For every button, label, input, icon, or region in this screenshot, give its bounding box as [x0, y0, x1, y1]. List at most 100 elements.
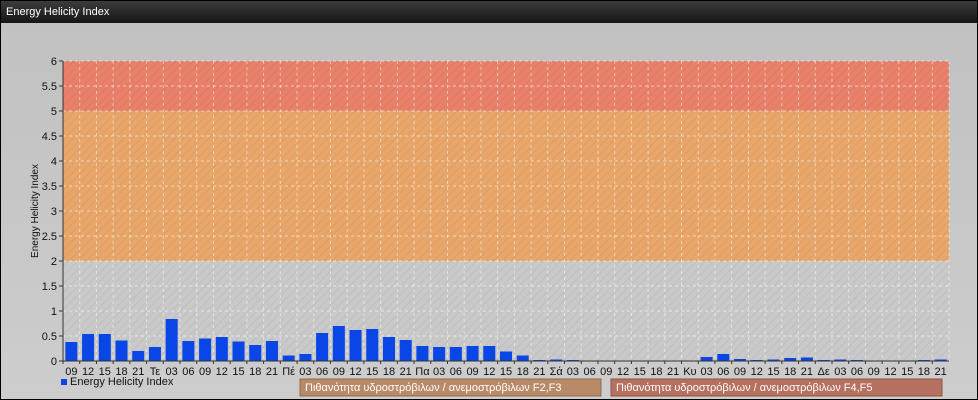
x-tick-label-26: 15 [500, 366, 512, 378]
x-tick-label-16: 09 [333, 366, 345, 378]
x-tick-label-33: 12 [617, 366, 629, 378]
bar-0 [65, 342, 78, 361]
x-tick-label-50: 15 [901, 366, 913, 378]
chart-window: Energy Helicity Index 0 0.5 1 1.5 2 2.5 3 3.5 4 4… [0, 0, 978, 400]
x-tick-label-45: Δε [817, 366, 829, 378]
bar-23 [449, 347, 462, 361]
y-tick-label-1: 0.5 [42, 331, 57, 343]
x-tick-label-40: 09 [734, 366, 746, 378]
y-tick-label-9: 4.5 [42, 131, 57, 143]
x-tick-label-15: 06 [316, 366, 328, 378]
x-tick-label-42: 15 [767, 366, 779, 378]
bar-14 [299, 354, 312, 361]
x-tick-label-51: 18 [918, 366, 930, 378]
x-tick-label-7: 06 [182, 366, 194, 378]
window-title: Energy Helicity Index [1, 1, 977, 23]
x-tick-label-38: 03 [700, 366, 712, 378]
bar-22 [433, 347, 446, 361]
x-tick-label-20: 21 [400, 366, 412, 378]
bar-1 [82, 334, 95, 361]
x-tick-label-19: 18 [383, 366, 395, 378]
y-tick-label-12: 6 [51, 56, 57, 68]
x-tick-label-27: 18 [517, 366, 529, 378]
x-tick-label-41: 12 [751, 366, 763, 378]
x-tick-label-14: 03 [299, 366, 311, 378]
bar-39 [717, 354, 730, 361]
x-tick-label-32: 09 [600, 366, 612, 378]
bar-4 [132, 351, 145, 361]
y-tick-label-11: 5.5 [42, 81, 57, 93]
x-tick-label-9: 12 [216, 366, 228, 378]
bar-16 [332, 326, 345, 361]
y-tick-label-0: 0 [51, 356, 57, 368]
x-tick-label-17: 12 [349, 366, 361, 378]
bar-13 [282, 355, 295, 361]
x-axis: 09 12 15 18 21 Τε 03 06 09 12 15 18 21 Πέ 03 06 09 12 15 18… [62, 360, 949, 378]
x-tick-label-52: 21 [935, 366, 947, 378]
x-tick-label-34: 15 [634, 366, 646, 378]
x-tick-label-28: 21 [533, 366, 545, 378]
bar-11 [249, 345, 262, 361]
y-tick-label-5: 2.5 [42, 231, 57, 243]
bar-38 [700, 357, 713, 361]
bar-7 [182, 341, 195, 361]
x-tick-label-37: Κυ [683, 366, 696, 378]
bar-24 [466, 346, 479, 361]
legend-f2f3-label: Πιθανότητα υδροστρόβιλων / ανεμοστρόβιλω… [305, 382, 562, 394]
y-axis-label: Energy Helicity Index [30, 164, 41, 258]
x-tick-label-22: 03 [433, 366, 445, 378]
x-tick-label-47: 06 [851, 366, 863, 378]
bar-44 [800, 357, 813, 361]
bar-8 [199, 338, 212, 361]
bar-20 [399, 340, 412, 361]
bar-17 [349, 330, 362, 361]
x-tick-label-21: Πα [415, 366, 430, 378]
y-tick-label-7: 3.5 [42, 181, 57, 193]
x-tick-label-23: 06 [450, 366, 462, 378]
x-tick-label-35: 18 [650, 366, 662, 378]
x-tick-label-13: Πέ [282, 366, 295, 378]
bar-25 [483, 346, 496, 361]
x-tick-label-11: 18 [249, 366, 261, 378]
x-tick-label-29: Σά [550, 366, 564, 378]
x-tick-label-10: 15 [232, 366, 244, 378]
x-tick-label-18: 15 [366, 366, 378, 378]
bar-12 [265, 341, 278, 361]
bar-6 [165, 319, 178, 361]
bar-9 [215, 337, 228, 361]
x-tick-label-46: 03 [834, 366, 846, 378]
x-tick-label-44: 21 [801, 366, 813, 378]
x-tick-label-12: 21 [266, 366, 278, 378]
x-tick-label-43: 18 [784, 366, 796, 378]
legend-series-swatch [61, 379, 67, 385]
bar-3 [115, 340, 128, 361]
bar-26 [499, 351, 513, 361]
y-tick-label-4: 2 [51, 256, 57, 268]
y-tick-label-2: 1 [51, 306, 57, 318]
x-tick-label-31: 06 [583, 366, 595, 378]
x-tick-label-25: 12 [483, 366, 495, 378]
bar-21 [416, 346, 429, 361]
bar-27 [516, 355, 529, 361]
x-tick-label-30: 03 [567, 366, 579, 378]
x-tick-label-24: 09 [466, 366, 478, 378]
x-tick-label-39: 06 [717, 366, 729, 378]
y-tick-label-6: 3 [51, 206, 57, 218]
bar-2 [98, 334, 111, 361]
ehi-chart: 00.511.522.533.544.555.56 09 12 15 18 21 Τε 03… [30, 56, 950, 397]
legend-f4f5-label: Πιθανότητα υδροστρόβιλων / ανεμοστρόβιλω… [616, 382, 873, 394]
y-tick-label-10: 5 [51, 106, 57, 118]
x-tick-label-49: 12 [884, 366, 896, 378]
bar-18 [366, 329, 379, 361]
x-tick-label-48: 09 [868, 366, 880, 378]
y-tick-label-3: 1.5 [42, 281, 57, 293]
y-tick-label-8: 4 [51, 156, 57, 168]
bar-19 [382, 337, 395, 361]
chart-area: 0 0.5 1 1.5 2 2.5 3 3.5 4 4.5 5 5.5 6 09 12 15 18 21 Τε 03… [1, 23, 977, 399]
bar-10 [232, 341, 245, 361]
x-tick-label-8: 09 [199, 366, 211, 378]
bar-5 [148, 347, 161, 361]
bar-15 [316, 333, 329, 361]
y-axis: 0 0.5 1 1.5 2 2.5 3 3.5 4 4.5 5 5.5 6 [42, 56, 64, 368]
x-tick-label-36: 21 [667, 366, 679, 378]
